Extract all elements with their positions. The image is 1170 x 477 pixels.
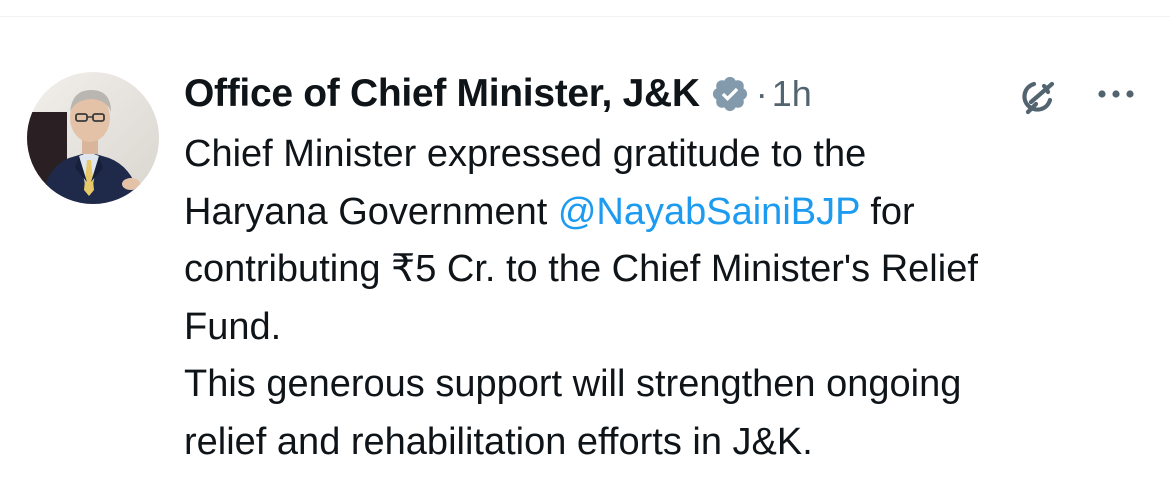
avatar-image	[27, 72, 159, 204]
tweet-text-segment: contributing ₹5 Cr. to the Chief Ministe…	[184, 248, 978, 290]
avatar[interactable]	[27, 72, 159, 204]
tweet-text-line: Fund.	[184, 299, 1159, 357]
tweet-text-segment: relief and rehabilitation efforts in J&K…	[184, 420, 813, 463]
tweet-text-line: relief and rehabilitation efforts in J&K…	[184, 414, 1159, 472]
timestamp[interactable]: 1h	[772, 73, 812, 115]
tweet-text-line: This generous support will strengthen on…	[184, 356, 1159, 414]
verified-badge-icon[interactable]	[710, 74, 750, 114]
tweet-text-segment: This generous support will strengthen on…	[184, 363, 962, 405]
more-options-icon[interactable]	[1092, 84, 1140, 104]
author-name[interactable]: Office of Chief Minister, J&K	[184, 72, 700, 116]
tweet-text-line: contributing ₹5 Cr. to the Chief Ministe…	[184, 241, 1159, 299]
tweet-text-segment: Fund.	[184, 305, 282, 348]
tweet-header: Office of Chief Minister, J&K · 1h	[184, 64, 812, 124]
tweet-text-line: Chief Minister expressed gratitude to th…	[184, 126, 1159, 184]
mention-link[interactable]: @NayabSainiBJP	[558, 191, 860, 233]
tweet-text-segment: Chief Minister expressed gratitude to th…	[184, 133, 867, 175]
tweet-text-segment: Haryana Government	[184, 190, 558, 233]
grok-icon[interactable]	[1014, 72, 1062, 120]
tweet-text: Chief Minister expressed gratitude to th…	[184, 126, 1159, 471]
dot-separator: ·	[755, 73, 768, 114]
tweet-text-segment: for	[859, 190, 915, 233]
tweet-text-line: Haryana Government @NayabSainiBJP for	[184, 184, 1159, 242]
top-divider	[0, 16, 1170, 17]
